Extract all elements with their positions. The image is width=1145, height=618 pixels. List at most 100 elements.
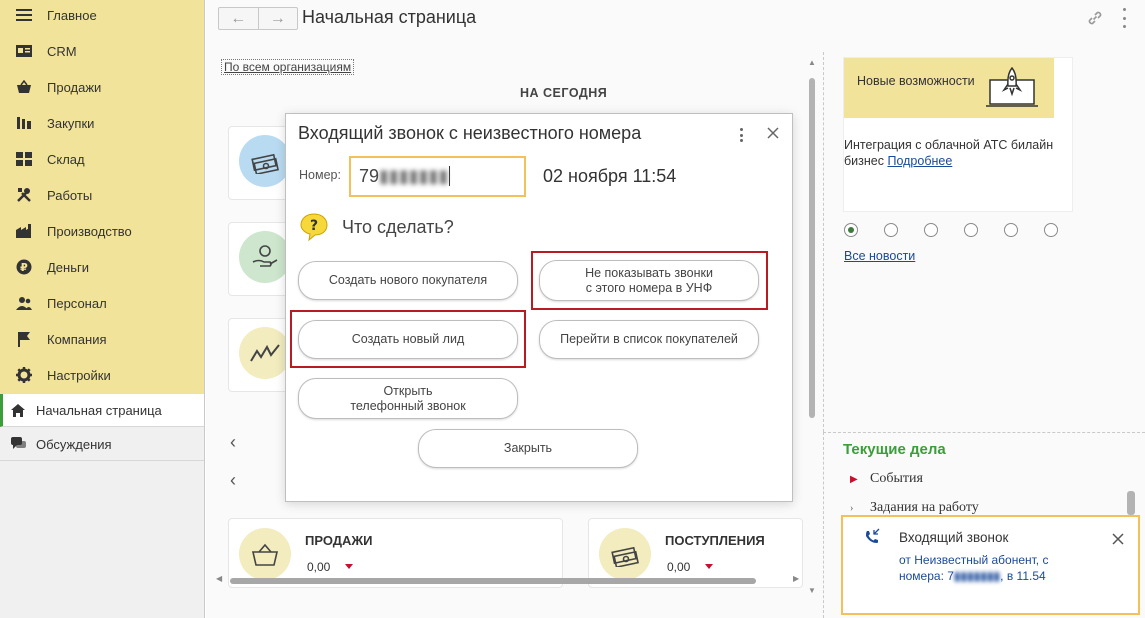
more-vertical-icon[interactable] <box>738 128 744 142</box>
news-page-dot[interactable] <box>1004 223 1018 237</box>
history-nav: ← → <box>218 7 298 30</box>
dropdown-arrow-icon[interactable] <box>345 564 353 569</box>
dialog-title: Входящий звонок с неизвестного номера <box>298 123 642 143</box>
notification-text[interactable]: от Неизвестный абонент, с номера: 7▮▮▮▮▮… <box>899 552 1119 584</box>
sidebar-item-label: Главное <box>47 7 97 23</box>
warehouse-icon <box>15 150 33 168</box>
sidebar-item-label: Деньги <box>47 259 89 275</box>
sidebar-item-settings[interactable]: Настройки <box>0 357 204 393</box>
sidebar-item-discussions[interactable]: Обсуждения <box>0 428 204 461</box>
task-item-events[interactable]: ▶ События <box>850 471 923 487</box>
forward-button[interactable]: → <box>259 8 298 29</box>
open-call-button[interactable]: Открыть телефонный звонок <box>298 378 518 419</box>
tools-icon <box>15 186 33 204</box>
close-icon[interactable] <box>1111 532 1125 546</box>
sidebar-item-label: Начальная страница <box>36 402 162 418</box>
sidebar-item-label: Продажи <box>47 79 102 95</box>
sidebar-item-label: Компания <box>47 331 107 347</box>
scrollbar-thumb[interactable] <box>809 78 815 418</box>
task-label: Задания на работу <box>870 500 979 515</box>
number-label: Номер: <box>299 168 341 182</box>
dropdown-arrow-icon[interactable] <box>705 564 713 569</box>
scrollbar-thumb[interactable] <box>230 578 756 584</box>
close-icon[interactable] <box>765 125 781 141</box>
sidebar-item-purchases[interactable]: Закупки <box>0 105 204 141</box>
sales-card-title: ПРОДАЖИ <box>305 533 373 548</box>
vertical-scrollbar[interactable]: ▲ ▼ <box>807 58 817 598</box>
button-label: Создать нового покупателя <box>328 273 488 287</box>
button-label: Открыть <box>383 383 433 398</box>
incoming-call-dialog: Входящий звонок с неизвестного номера Но… <box>285 113 793 502</box>
page-title: Начальная страница <box>302 7 477 27</box>
news-page-dot[interactable] <box>924 223 938 237</box>
news-page-dot[interactable] <box>844 223 858 237</box>
trend-line-icon <box>239 327 291 379</box>
notification-line: номера: 7▮▮▮▮▮▮▮, в 11.54 <box>899 568 1119 584</box>
incoming-call-notification[interactable]: Входящий звонок от Неизвестный абонент, … <box>841 515 1140 615</box>
number-redacted: ▮▮▮▮▮▮▮ <box>953 569 1001 583</box>
more-vertical-icon[interactable] <box>1120 8 1128 28</box>
phone-incoming-icon <box>863 528 881 546</box>
call-datetime: 02 ноября 11:54 <box>543 166 677 186</box>
sidebar-item-home-page[interactable]: Начальная страница <box>0 394 204 427</box>
news-page-dot[interactable] <box>1044 223 1058 237</box>
sidebar-item-label: Настройки <box>47 367 111 383</box>
income-card-title: ПОСТУПЛЕНИЯ <box>665 533 765 548</box>
create-customer-button[interactable]: Создать нового покупателя <box>298 261 518 300</box>
home-icon <box>10 402 26 418</box>
chat-icon <box>10 436 26 452</box>
horizontal-scrollbar[interactable]: ◀ ▶ <box>216 573 806 587</box>
chevron-left-icon[interactable]: ‹ <box>230 432 236 453</box>
all-news-link[interactable]: Все новости <box>844 249 915 263</box>
today-heading: НА СЕГОДНЯ <box>520 86 608 100</box>
sidebar-item-works[interactable]: Работы <box>0 177 204 213</box>
scroll-up-icon[interactable]: ▲ <box>808 58 816 67</box>
create-lead-button[interactable]: Создать новый лид <box>298 320 518 359</box>
income-card-value: 0,00 <box>667 560 691 574</box>
news-card-text: Интеграция с облачной АТС билайн бизнес … <box>844 137 1070 169</box>
scroll-down-icon[interactable]: ▼ <box>808 586 816 595</box>
link-icon[interactable] <box>1086 9 1104 27</box>
close-button[interactable]: Закрыть <box>418 429 638 468</box>
back-button[interactable]: ← <box>219 8 259 29</box>
sidebar-item-production[interactable]: Производство <box>0 213 204 249</box>
factory-icon <box>15 222 33 240</box>
sidebar-item-label: Работы <box>47 187 93 203</box>
sidebar-item-money[interactable]: ₽ Деньги <box>0 249 204 285</box>
news-page-dot[interactable] <box>964 223 978 237</box>
sidebar-item-personnel[interactable]: Персонал <box>0 285 204 321</box>
sidebar-item-label: Склад <box>47 151 85 167</box>
number-redacted: ▮▮▮▮▮▮▮ <box>379 166 449 186</box>
sidebar-item-warehouse[interactable]: Склад <box>0 141 204 177</box>
scroll-left-icon[interactable]: ◀ <box>216 574 222 583</box>
current-tasks-title: Текущие дела <box>843 441 946 458</box>
news-more-link[interactable]: Подробнее <box>887 154 952 168</box>
sidebar-item-label: CRM <box>47 43 77 59</box>
scroll-right-icon[interactable]: ▶ <box>793 574 799 583</box>
basket-icon <box>15 78 33 96</box>
chevron-left-icon[interactable]: ‹ <box>230 470 236 491</box>
news-pager <box>844 223 1058 237</box>
question-bubble-icon: ? <box>299 212 329 242</box>
money-stack-icon <box>239 135 291 187</box>
sidebar-item-label: Закупки <box>47 115 95 131</box>
people-icon <box>15 294 33 312</box>
task-label: События <box>870 471 923 486</box>
sidebar-item-main[interactable]: Главное <box>0 0 204 33</box>
block-number-button[interactable]: Не показывать звонки с этого номера в УН… <box>539 260 759 301</box>
task-item-work-orders[interactable]: › Задания на работу <box>850 500 979 516</box>
chevron-right-icon: › <box>850 502 854 514</box>
sidebar-item-sales[interactable]: Продажи <box>0 69 204 105</box>
number-field[interactable]: 79▮▮▮▮▮▮▮ <box>349 156 526 197</box>
svg-text:₽: ₽ <box>20 261 28 274</box>
flag-icon <box>15 330 33 348</box>
sidebar-item-company[interactable]: Компания <box>0 321 204 357</box>
arrow-right-icon: → <box>269 9 286 27</box>
button-label: Создать новый лид <box>351 332 465 346</box>
all-organizations-link[interactable]: По всем организациям <box>221 59 355 75</box>
customer-list-button[interactable]: Перейти в список покупателей <box>539 320 759 359</box>
news-page-dot[interactable] <box>884 223 898 237</box>
question-text: Что сделать? <box>342 217 454 237</box>
sidebar-item-crm[interactable]: CRM <box>0 33 204 69</box>
scrollbar-thumb[interactable] <box>1127 491 1135 515</box>
